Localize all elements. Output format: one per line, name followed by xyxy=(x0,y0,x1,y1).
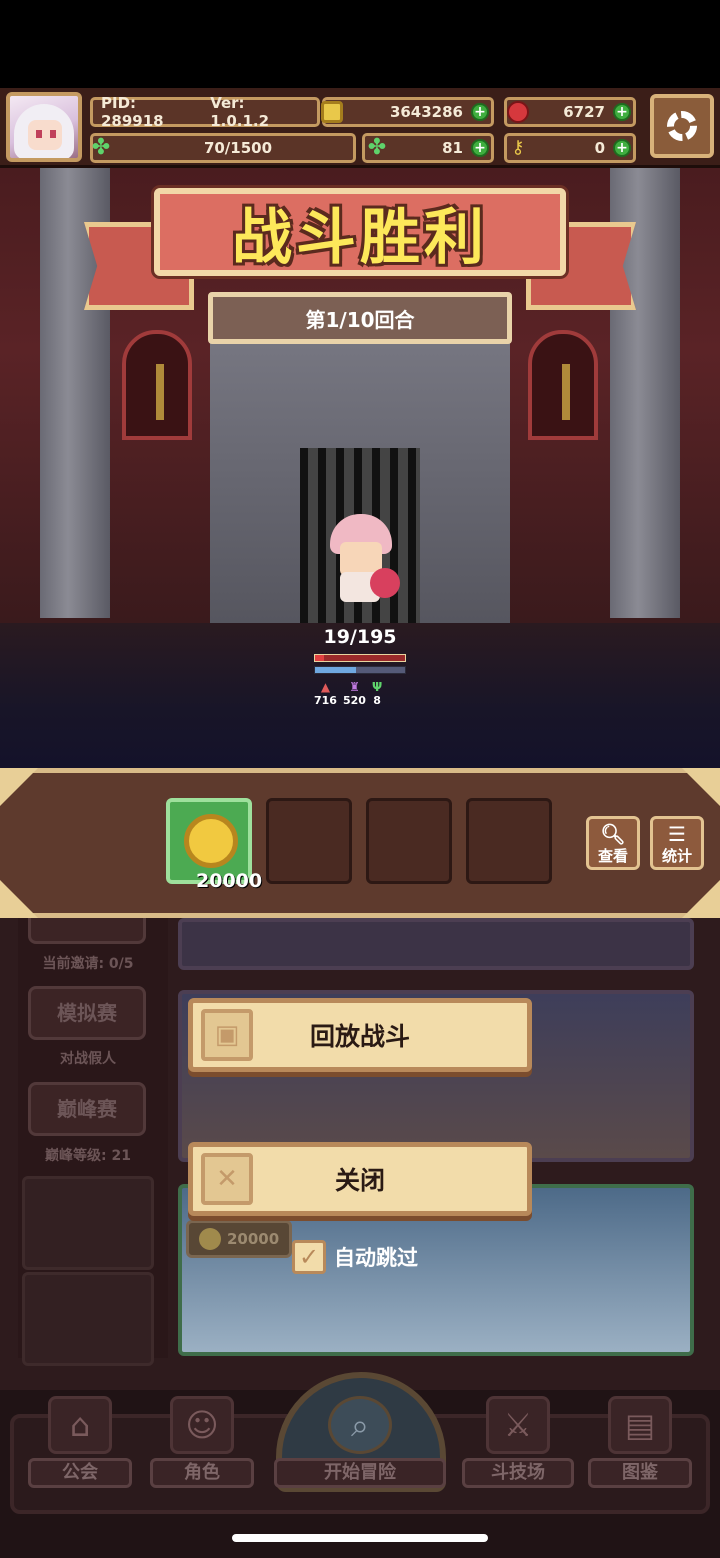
checkbox-checked-icon: ✓ xyxy=(292,1240,326,1274)
gear-icon xyxy=(667,111,697,141)
clover-pill: ✤ 81 + xyxy=(362,133,494,163)
round-plaque: 第1/10回合 xyxy=(208,292,512,344)
gold-icon xyxy=(321,101,343,123)
reward-slot-empty xyxy=(366,798,452,884)
reward-slot-gold[interactable]: 20000 xyxy=(166,798,262,892)
nav-start-adventure[interactable]: ⌕ 开始冒险 xyxy=(274,1396,446,1494)
arena-card[interactable] xyxy=(178,918,694,970)
replay-battle-button[interactable]: ▣ 回放战斗 xyxy=(188,998,532,1072)
peak-level: 巅峰等级: 21 xyxy=(45,1148,131,1164)
nav-arena-label: 斗技场 xyxy=(462,1458,574,1488)
speed-value: 8 xyxy=(373,694,381,707)
player-id: PID: 289918 xyxy=(101,94,164,130)
lock-icon: ▣ xyxy=(201,1009,253,1061)
clover-value: 81 xyxy=(442,139,463,157)
current-invites: 当前邀请: 0/5 xyxy=(42,956,134,972)
peak-match-button[interactable]: 巅峰赛 xyxy=(28,1082,146,1136)
simulation-match-button[interactable]: 模拟赛 xyxy=(28,986,146,1040)
gem-value: 6727 xyxy=(563,103,605,121)
key-icon: ⚷ xyxy=(511,137,525,158)
entry-cost-badge: 20000 xyxy=(186,1220,292,1258)
statistics-label: 统计 xyxy=(661,847,692,865)
attack-icon: ▲ xyxy=(320,680,331,694)
gem-icon xyxy=(507,101,529,123)
key-pill: ⚷ 0 + xyxy=(504,133,636,163)
magic-icon: ♜ xyxy=(349,680,360,694)
hero-mp-bar xyxy=(314,666,406,674)
nav-role[interactable]: ☺ 角色 xyxy=(150,1396,254,1494)
empty-slot-box xyxy=(22,1272,154,1366)
replay-battle-label: 回放战斗 xyxy=(309,1022,410,1051)
castle-window xyxy=(122,330,192,440)
settings-button[interactable] xyxy=(650,94,714,158)
close-label: 关闭 xyxy=(334,1166,385,1195)
add-gems-button[interactable]: + xyxy=(613,103,631,121)
player-id-pill: PID: 289918 Ver: 1.0.1.2 xyxy=(90,94,320,130)
gold-value: 3643286 xyxy=(389,103,463,121)
magic-value: 520 xyxy=(342,694,366,707)
crossed-swords-icon: ⚔ xyxy=(486,1396,550,1454)
view-label: 查看 xyxy=(597,847,628,865)
simulation-subtitle: 对战假人 xyxy=(60,1051,116,1067)
reward-quantity: 20000 xyxy=(196,870,263,892)
add-keys-button[interactable]: + xyxy=(613,139,631,157)
hero-hp-bar xyxy=(314,654,406,662)
add-gold-button[interactable]: + xyxy=(471,103,489,121)
reward-slot-empty xyxy=(266,798,352,884)
add-clover-button[interactable]: + xyxy=(471,139,489,157)
game-version: Ver: 1.0.1.2 xyxy=(210,94,270,130)
list-icon: ☰ xyxy=(668,822,686,846)
nav-arena[interactable]: ⚔ 斗技场 xyxy=(462,1396,574,1494)
reward-slot-empty xyxy=(466,798,552,884)
nav-adventure-label: 开始冒险 xyxy=(274,1458,446,1488)
key-value: 0 xyxy=(594,139,605,157)
auto-skip-toggle[interactable]: ✓ 自动跳过 xyxy=(292,1240,418,1274)
hero-mp-fill xyxy=(315,667,356,673)
gold-coin-icon xyxy=(184,814,238,868)
exp-pill: ✤ 70/1500 xyxy=(90,133,356,163)
magnifier-icon: ⌕ xyxy=(328,1396,392,1454)
hero-character xyxy=(320,512,410,608)
gold-pill: 3643286 + xyxy=(321,97,494,127)
entry-cost: 20000 xyxy=(227,1230,280,1248)
nav-guild-label: 公会 xyxy=(28,1458,132,1488)
victory-title: 战斗胜利 xyxy=(232,202,488,273)
close-button[interactable]: ✕ 关闭 xyxy=(188,1142,532,1216)
speed-icon: Ψ xyxy=(371,680,383,694)
victory-banner: 战斗胜利 xyxy=(154,188,566,276)
clover-icon: ✤ xyxy=(91,135,111,160)
nav-guild[interactable]: ⌂ 公会 xyxy=(28,1396,132,1494)
exp-value: 70/1500 xyxy=(203,139,273,157)
round-counter: 第1/10回合 xyxy=(305,307,415,332)
clover-icon: ✤ xyxy=(367,135,387,160)
magnifier-icon: 🔍︎ xyxy=(600,822,626,846)
view-button[interactable]: 🔍︎ 查看 xyxy=(586,816,640,870)
nav-role-label: 角色 xyxy=(150,1458,254,1488)
hero-hp-text: 19/195 xyxy=(323,626,397,648)
system-status-bar xyxy=(0,0,720,88)
close-icon: ✕ xyxy=(201,1153,253,1205)
hero-stats: ▲ 716 ♜ 520 Ψ8 xyxy=(314,680,414,707)
castle-window xyxy=(528,330,598,440)
statistics-button[interactable]: ☰ 统计 xyxy=(650,816,704,870)
guild-icon: ⌂ xyxy=(48,1396,112,1454)
coin-icon xyxy=(199,1228,221,1250)
nav-codex-label: 图鉴 xyxy=(588,1458,692,1488)
nav-codex[interactable]: ▤ 图鉴 xyxy=(588,1396,692,1494)
auto-skip-label: 自动跳过 xyxy=(334,1246,418,1270)
attack-value: 716 xyxy=(314,694,337,707)
gem-pill: 6727 + xyxy=(504,97,636,127)
player-avatar[interactable] xyxy=(6,92,82,162)
book-icon: ▤ xyxy=(608,1396,672,1454)
character-icon: ☺ xyxy=(170,1396,234,1454)
home-indicator[interactable] xyxy=(232,1534,488,1542)
empty-slot-box xyxy=(22,1176,154,1270)
